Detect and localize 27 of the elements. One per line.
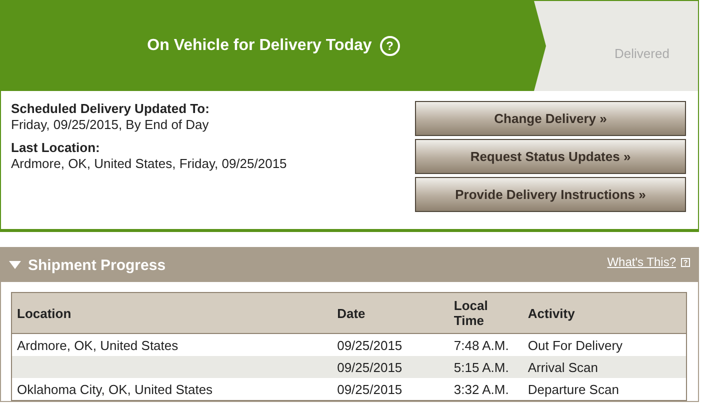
detail-label: Scheduled Delivery Updated To: bbox=[11, 101, 210, 116]
table-cell: 09/25/2015 bbox=[337, 360, 402, 374]
table-cell: Oklahoma City, OK, United States bbox=[17, 382, 213, 396]
help-icon[interactable]: ? bbox=[380, 36, 400, 56]
detail-value: Friday, 09/25/2015, By End of Day bbox=[11, 117, 210, 132]
column-header: Activity bbox=[522, 292, 686, 334]
table-cell: 5:15 A.M. bbox=[454, 360, 509, 374]
table-cell: Arrival Scan bbox=[528, 360, 598, 374]
action-button[interactable]: Request Status Updates » bbox=[415, 139, 686, 174]
detail-value: Ardmore, OK, United States, Friday, 09/25/2015 bbox=[11, 156, 287, 171]
table-cell: Out For Delivery bbox=[528, 338, 623, 352]
action-button[interactable]: Change Delivery » bbox=[415, 101, 686, 136]
action-button[interactable]: Provide Delivery Instructions » bbox=[415, 177, 686, 212]
column-header: Local Time bbox=[448, 292, 523, 334]
detail-label: Last Location: bbox=[11, 140, 101, 155]
panel-title: Shipment Progress bbox=[28, 256, 166, 274]
table-cell: 09/25/2015 bbox=[337, 382, 402, 396]
collapse-icon[interactable] bbox=[9, 261, 21, 269]
table-cell: 09/25/2015 bbox=[337, 338, 402, 352]
table-cell: 7:48 A.M. bbox=[454, 338, 509, 352]
table-cell: 3:32 A.M. bbox=[454, 382, 509, 396]
help-icon[interactable] bbox=[681, 258, 690, 267]
table-cell: Departure Scan bbox=[528, 382, 619, 396]
table-cell: Ardmore, OK, United States bbox=[17, 338, 178, 352]
status-step: Delivered bbox=[586, 1, 698, 91]
column-header: Location bbox=[12, 292, 332, 334]
column-header: Date bbox=[332, 292, 449, 334]
